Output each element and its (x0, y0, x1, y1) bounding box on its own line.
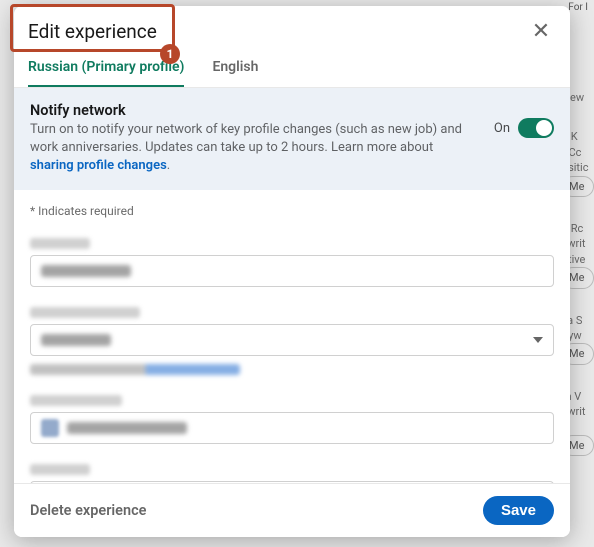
save-button[interactable]: Save (483, 496, 554, 525)
notify-title: Notify network (30, 102, 478, 119)
title-label (30, 238, 90, 249)
required-indicator-note: * Indicates required (30, 204, 554, 218)
toggle-state-label: On (494, 121, 510, 136)
modal-header: Edit experience ✕ (14, 6, 570, 51)
notify-toggle[interactable] (518, 118, 554, 138)
notify-network-panel: Notify network Turn on to notify your ne… (14, 88, 570, 190)
edit-experience-modal: Edit experience ✕ Russian (Primary profi… (14, 6, 570, 537)
modal-scroll-area[interactable]: Notify network Turn on to notify your ne… (14, 88, 570, 483)
location-label (30, 464, 90, 475)
sharing-profile-changes-link[interactable]: sharing profile changes (30, 158, 167, 173)
employment-type-helper (30, 364, 240, 375)
title-input[interactable] (30, 255, 554, 287)
company-name-input[interactable] (30, 412, 554, 444)
close-icon[interactable]: ✕ (530, 21, 552, 43)
employment-type-select[interactable] (30, 324, 554, 356)
location-field (30, 464, 554, 483)
employment-type-label (30, 307, 140, 318)
notify-description: Turn on to notify your network of key pr… (30, 121, 478, 176)
title-field (30, 238, 554, 287)
tab-russian[interactable]: Russian (Primary profile) (28, 51, 184, 87)
background-fragment: For I (568, 2, 588, 13)
language-tabs: Russian (Primary profile) English (14, 51, 570, 88)
company-name-field (30, 395, 554, 444)
tab-english[interactable]: English (212, 51, 258, 87)
modal-title: Edit experience (28, 20, 157, 43)
delete-experience-button[interactable]: Delete experience (30, 502, 146, 519)
modal-footer: Delete experience Save (14, 483, 570, 537)
experience-form: * Indicates required (14, 190, 570, 483)
company-logo-icon (41, 419, 59, 437)
company-name-label (30, 395, 122, 406)
employment-type-field (30, 307, 554, 375)
